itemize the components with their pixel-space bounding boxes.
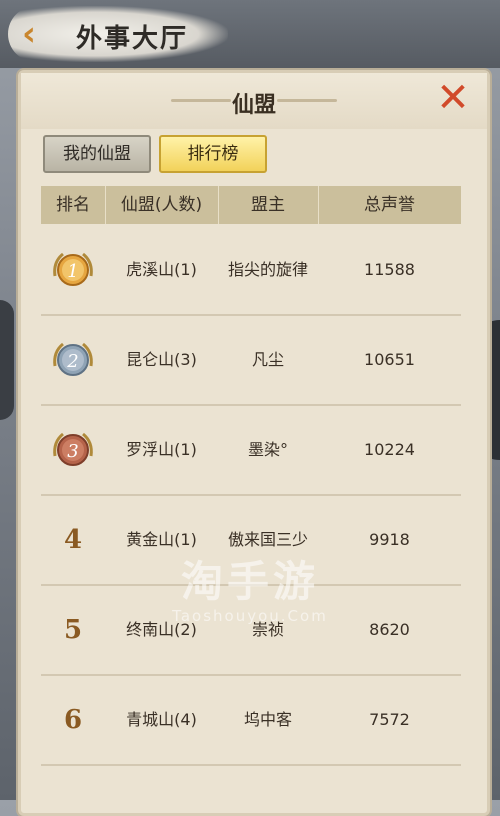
guild-leader: 墨染° bbox=[247, 440, 288, 459]
page-title: 外事大厅 bbox=[76, 24, 189, 54]
top-bar: ‹ 外事大厅 bbox=[0, 0, 500, 68]
total-fame: 10651 bbox=[364, 350, 415, 369]
table-row[interactable]: 6 青城山(4) 坞中客 7572 bbox=[41, 676, 461, 766]
panel-title: 仙盟 bbox=[231, 92, 276, 118]
column-header-rank: 排名 bbox=[56, 195, 90, 215]
tab-ranking[interactable]: 排行榜 bbox=[159, 135, 267, 173]
watermark-url: Taoshouyou.Com bbox=[172, 607, 328, 625]
back-button[interactable]: ‹ bbox=[14, 17, 44, 51]
guild-leader: 指尖的旋律 bbox=[227, 260, 308, 279]
table-row[interactable]: 2 昆仑山(3) 凡尘 10651 bbox=[41, 316, 461, 406]
guild-name: 昆仑山(3) bbox=[126, 350, 197, 369]
column-header-leader: 盟主 bbox=[251, 195, 285, 215]
guild-name: 罗浮山(1) bbox=[126, 440, 197, 459]
total-fame: 11588 bbox=[364, 260, 415, 279]
table-header: 排名 仙盟(人数) 盟主 总声誉 bbox=[41, 186, 461, 224]
table-row[interactable]: 1 虎溪山(1) 指尖的旋律 11588 bbox=[41, 226, 461, 316]
column-header-fame: 总声誉 bbox=[364, 195, 415, 215]
panel-header: 仙盟 ✕ bbox=[21, 73, 487, 129]
total-fame: 10224 bbox=[364, 440, 415, 459]
guild-name: 虎溪山(1) bbox=[126, 260, 197, 279]
table-row[interactable]: 3 罗浮山(1) 墨染° 10224 bbox=[41, 406, 461, 496]
guild-leader: 坞中客 bbox=[243, 710, 292, 729]
tab-my-guild[interactable]: 我的仙盟 bbox=[43, 135, 151, 173]
rank-cell: 1 bbox=[41, 226, 105, 314]
guild-panel: 仙盟 ✕ 我的仙盟 排行榜 排名 仙盟(人数) 盟主 总声誉 1 虎溪山(1) … bbox=[18, 70, 490, 816]
rank-cell: 3 bbox=[41, 406, 105, 494]
guild-leader: 凡尘 bbox=[251, 350, 284, 369]
watermark-logo: 淘手游 bbox=[180, 557, 319, 606]
chevron-left-icon: ‹ bbox=[21, 14, 36, 54]
rank-number: 1 bbox=[67, 261, 78, 282]
close-icon: ✕ bbox=[436, 75, 470, 121]
rank-number: 2 bbox=[66, 351, 78, 372]
background-decoration bbox=[0, 300, 14, 420]
title-decoration bbox=[277, 99, 337, 102]
rank-cell: 2 bbox=[41, 316, 105, 404]
watermark: 淘手游 Taoshouyou.Com bbox=[150, 548, 350, 625]
guild-name: 青城山(4) bbox=[126, 710, 197, 729]
silver-medal-icon: 2 bbox=[53, 342, 93, 376]
rank-number: 6 bbox=[63, 705, 83, 735]
rank-number: 3 bbox=[67, 441, 78, 462]
column-header-guild: 仙盟(人数) bbox=[120, 195, 203, 215]
rank-number: 5 bbox=[63, 615, 83, 645]
rank-number: 4 bbox=[63, 525, 83, 555]
close-button[interactable]: ✕ bbox=[435, 78, 471, 118]
total-fame: 7572 bbox=[369, 710, 410, 729]
gold-medal-icon: 1 bbox=[53, 252, 93, 286]
bronze-medal-icon: 3 bbox=[53, 432, 93, 466]
